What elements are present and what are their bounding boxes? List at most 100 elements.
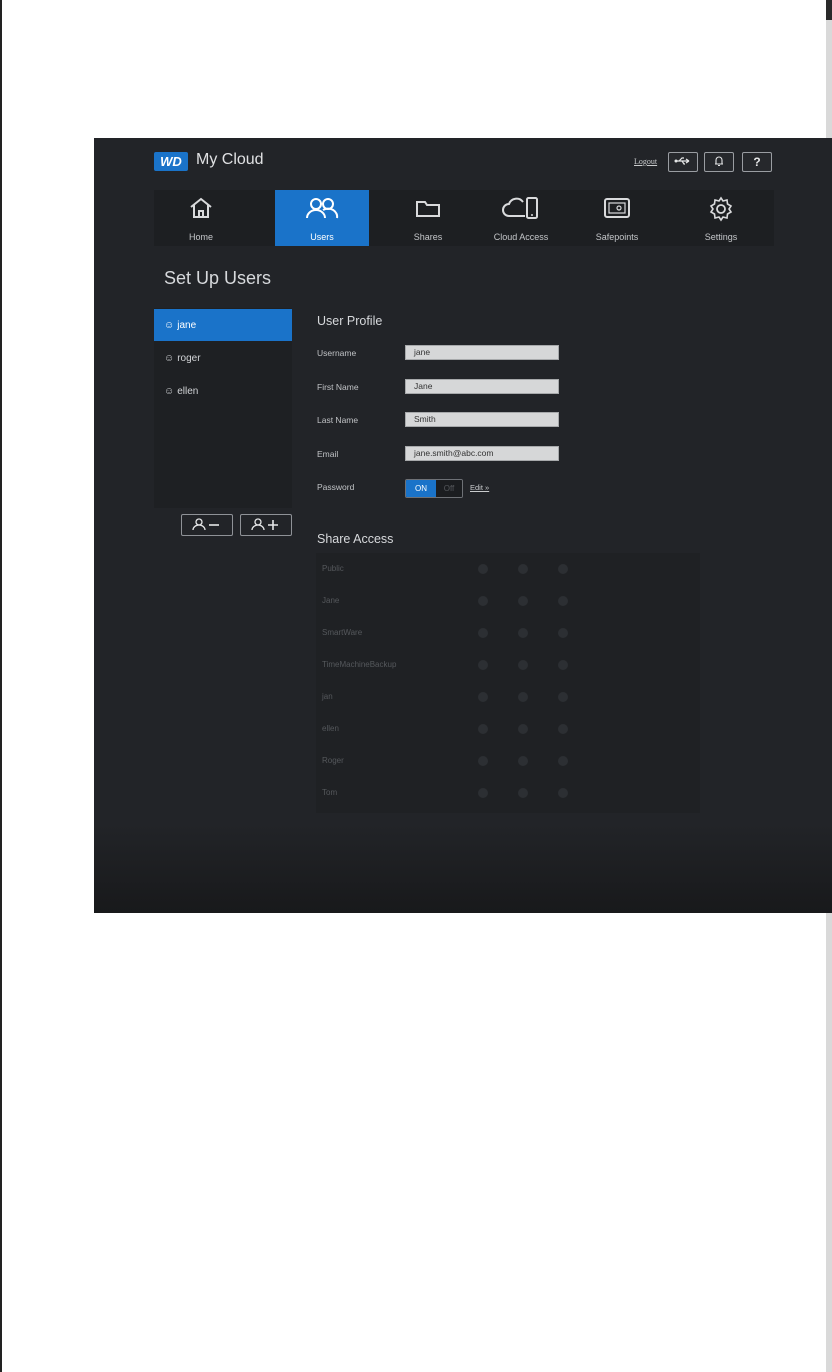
share-name: Jane <box>322 596 340 605</box>
read-write-icon[interactable] <box>478 596 488 606</box>
first-name-field[interactable]: Jane <box>405 379 559 394</box>
deny-icon[interactable] <box>558 596 568 606</box>
deny-icon[interactable] <box>558 788 568 798</box>
share-access-table: Public Jane SmartWare TimeMachineBackup … <box>316 553 700 813</box>
home-icon <box>154 196 248 220</box>
folder-icon <box>381 196 475 220</box>
email-field[interactable]: jane.smith@abc.com <box>405 446 559 461</box>
share-name: Tom <box>322 788 338 797</box>
bell-icon <box>713 155 725 170</box>
user-icon: ☺ <box>164 319 175 331</box>
user-icon: ☺ <box>164 385 175 397</box>
read-only-icon[interactable] <box>518 788 528 798</box>
nav-safepoints-label: Safepoints <box>595 232 639 242</box>
cloud-device-icon <box>474 196 568 222</box>
share-name: Roger <box>322 756 344 765</box>
nav-users-label: Users <box>310 232 334 242</box>
table-row[interactable]: Tom <box>316 777 700 809</box>
safe-icon <box>570 196 664 220</box>
user-item-jane[interactable]: ☺ jane <box>154 309 292 341</box>
nav-home-label: Home <box>188 232 213 242</box>
user-item-ellen[interactable]: ☺ ellen <box>154 375 292 407</box>
app-title: My Cloud <box>196 151 264 168</box>
help-button[interactable]: ? <box>742 152 772 172</box>
main-nav: Home Users Shares Cloud Access Safepoint… <box>154 190 774 246</box>
read-write-icon[interactable] <box>478 724 488 734</box>
logout-link[interactable]: Logout <box>634 157 657 166</box>
my-cloud-dashboard: WD My Cloud Logout ? Home Users Shares C… <box>94 138 832 913</box>
username-label: Username <box>317 348 357 358</box>
read-write-icon[interactable] <box>478 788 488 798</box>
password-label: Password <box>317 482 355 492</box>
deny-icon[interactable] <box>558 724 568 734</box>
share-name: Public <box>322 564 344 573</box>
share-name: ellen <box>322 724 339 733</box>
last-name-label: Last Name <box>317 415 359 425</box>
share-access-title: Share Access <box>317 532 394 546</box>
gear-icon <box>674 196 768 222</box>
read-only-icon[interactable] <box>518 724 528 734</box>
read-only-icon[interactable] <box>518 692 528 702</box>
read-write-icon[interactable] <box>478 756 488 766</box>
nav-cloud-access-label: Cloud Access <box>493 232 549 242</box>
deny-icon[interactable] <box>558 564 568 574</box>
user-item-label: ellen <box>177 385 199 397</box>
deny-icon[interactable] <box>558 660 568 670</box>
page-title: Set Up Users <box>164 268 272 288</box>
read-only-icon[interactable] <box>518 596 528 606</box>
remove-user-icon <box>192 517 222 533</box>
read-only-icon[interactable] <box>518 628 528 638</box>
table-row[interactable]: Public <box>316 553 700 585</box>
alerts-button[interactable] <box>704 152 734 172</box>
table-row[interactable]: jan <box>316 681 700 713</box>
nav-cloud-access[interactable]: Cloud Access <box>474 190 568 246</box>
table-row[interactable]: SmartWare <box>316 617 700 649</box>
nav-users[interactable]: Users <box>275 190 369 246</box>
read-only-icon[interactable] <box>518 756 528 766</box>
edit-password-link[interactable]: Edit » <box>470 483 489 492</box>
first-name-label: First Name <box>317 382 359 392</box>
user-list: ☺ jane ☺ roger ☺ ellen <box>154 308 292 508</box>
email-label: Email <box>317 449 339 459</box>
read-write-icon[interactable] <box>478 628 488 638</box>
deny-icon[interactable] <box>558 628 568 638</box>
toggle-off-label: Off <box>436 480 462 497</box>
password-toggle[interactable]: ON Off <box>405 479 463 498</box>
table-row[interactable]: TimeMachineBackup <box>316 649 700 681</box>
nav-safepoints[interactable]: Safepoints <box>570 190 664 246</box>
share-name: jan <box>322 692 333 701</box>
nav-home[interactable]: Home <box>154 190 248 246</box>
user-profile-title: User Profile <box>317 314 383 328</box>
page-left-rule <box>0 0 2 1372</box>
usb-button[interactable] <box>668 152 698 172</box>
deny-icon[interactable] <box>558 692 568 702</box>
users-icon <box>275 196 369 220</box>
add-user-button[interactable] <box>240 514 292 536</box>
table-row[interactable]: Jane <box>316 585 700 617</box>
username-field[interactable]: jane <box>405 345 559 360</box>
share-name: TimeMachineBackup <box>322 660 397 669</box>
nav-settings-label: Settings <box>704 232 738 242</box>
share-name: SmartWare <box>322 628 363 637</box>
table-row[interactable]: Roger <box>316 745 700 777</box>
user-item-label: roger <box>177 352 201 364</box>
read-write-icon[interactable] <box>478 660 488 670</box>
nav-settings[interactable]: Settings <box>674 190 768 246</box>
add-user-icon <box>251 517 281 533</box>
toggle-on-label: ON <box>406 480 436 497</box>
nav-shares[interactable]: Shares <box>381 190 475 246</box>
usb-icon <box>674 155 692 169</box>
user-icon: ☺ <box>164 352 175 364</box>
read-write-icon[interactable] <box>478 564 488 574</box>
read-only-icon[interactable] <box>518 660 528 670</box>
read-write-icon[interactable] <box>478 692 488 702</box>
nav-shares-label: Shares <box>413 232 443 242</box>
user-item-roger[interactable]: ☺ roger <box>154 342 292 374</box>
user-item-label: jane <box>177 319 197 331</box>
last-name-field[interactable]: Smith <box>405 412 559 427</box>
table-row[interactable]: ellen <box>316 713 700 745</box>
remove-user-button[interactable] <box>181 514 233 536</box>
deny-icon[interactable] <box>558 756 568 766</box>
read-only-icon[interactable] <box>518 564 528 574</box>
wd-logo: WD <box>154 152 188 171</box>
